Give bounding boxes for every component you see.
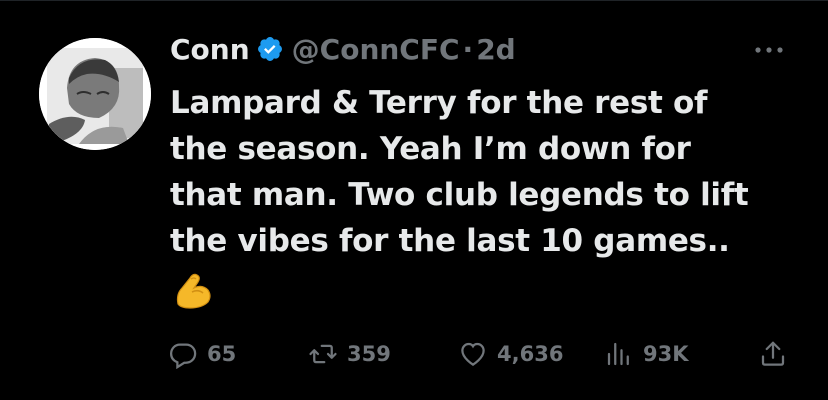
reply-icon <box>168 339 198 370</box>
like-button[interactable]: 4,636 <box>458 334 563 374</box>
avatar-photo <box>39 38 151 150</box>
separator: · <box>462 32 474 66</box>
tweet-line: the season. Yeah I’m down for <box>170 131 691 167</box>
like-count: 4,636 <box>497 342 564 366</box>
share-button[interactable] <box>758 334 788 374</box>
timestamp[interactable]: 2d <box>476 33 516 66</box>
retweet-button[interactable]: 359 <box>308 334 391 374</box>
share-icon <box>758 339 788 369</box>
flexed-biceps-icon <box>172 270 214 312</box>
avatar[interactable] <box>39 38 151 150</box>
views-icon <box>604 339 634 369</box>
tweet-text: Lampard & Terry for the rest of the seas… <box>170 80 810 264</box>
tweet-card[interactable]: Conn @ConnCFC · 2d Lampard & Terry for t… <box>0 0 828 400</box>
more-options-icon[interactable] <box>753 42 785 56</box>
tweet-line: Lampard & Terry for the rest of <box>170 85 708 121</box>
views-button[interactable]: 93K <box>604 334 689 374</box>
reply-button[interactable]: 65 <box>168 334 236 374</box>
tweet-header: Conn @ConnCFC · 2d <box>170 27 516 71</box>
tweet-line: the vibes for the last 10 games.. <box>170 223 730 259</box>
retweet-icon <box>308 339 338 369</box>
display-name[interactable]: Conn <box>170 33 250 66</box>
tweet-line: that man. Two club legends to lift <box>170 177 749 213</box>
retweet-count: 359 <box>347 342 391 366</box>
handle[interactable]: @ConnCFC <box>292 33 460 66</box>
view-count: 93K <box>643 342 689 366</box>
divider <box>0 0 828 1</box>
heart-icon <box>458 339 488 369</box>
tweet-actions: 65 359 4,636 93K <box>168 334 798 374</box>
reply-count: 65 <box>207 342 237 366</box>
verified-badge-icon <box>256 35 284 63</box>
